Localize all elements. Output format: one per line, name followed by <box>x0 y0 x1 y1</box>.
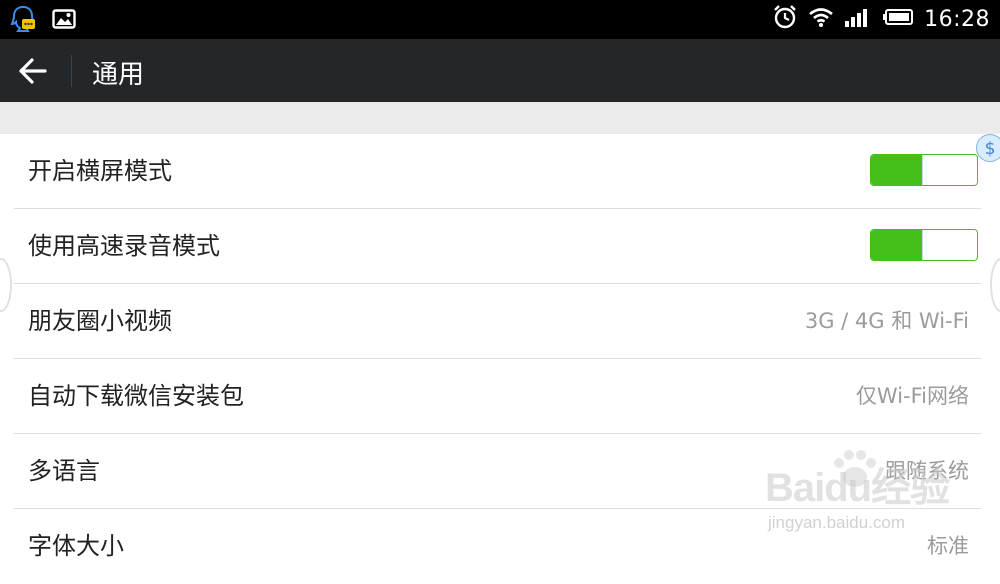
status-time: 16:28 <box>924 6 990 32</box>
toggle-fill <box>871 155 925 185</box>
alarm-icon <box>772 4 798 34</box>
setting-value: 跟随系统 <box>885 459 969 483</box>
setting-font-size[interactable]: 字体大小 标准 <box>0 509 1000 584</box>
high-speed-recording-toggle[interactable] <box>870 229 978 261</box>
action-bar-divider <box>71 55 72 87</box>
setting-label: 开启横屏模式 <box>28 157 172 185</box>
image-icon <box>52 8 76 34</box>
toggle-fill <box>871 230 925 260</box>
setting-language[interactable]: 多语言 跟随系统 <box>0 434 1000 509</box>
setting-high-speed-recording[interactable]: 使用高速录音模式 <box>0 209 1000 284</box>
back-button[interactable] <box>12 53 52 89</box>
setting-label: 自动下载微信安装包 <box>28 382 244 410</box>
setting-landscape-mode[interactable]: 开启横屏模式 <box>0 134 1000 209</box>
section-gap <box>0 102 1000 134</box>
setting-auto-download-package[interactable]: 自动下载微信安装包 仅Wi-Fi网络 <box>0 359 1000 434</box>
toggle-knob <box>922 155 977 185</box>
setting-value: 仅Wi-Fi网络 <box>855 384 969 408</box>
setting-label: 多语言 <box>28 457 100 485</box>
landscape-mode-toggle[interactable] <box>870 154 978 186</box>
setting-label: 朋友圈小视频 <box>28 307 172 335</box>
arrow-left-icon <box>12 58 52 93</box>
wifi-icon <box>808 6 834 32</box>
qq-icon <box>10 5 36 37</box>
action-bar: 通用 <box>0 39 1000 102</box>
setting-value: 标准 <box>927 534 969 558</box>
toggle-knob <box>922 230 977 260</box>
signal-icon <box>844 6 872 32</box>
status-bar-right: 16:28 <box>772 4 990 34</box>
battery-icon <box>882 7 914 31</box>
page-title: 通用 <box>92 60 145 90</box>
setting-value: 3G / 4G 和 Wi-Fi <box>804 309 969 333</box>
setting-label: 使用高速录音模式 <box>28 232 220 260</box>
settings-list: 开启横屏模式 使用高速录音模式 朋友圈小视频 3G / 4G 和 Wi-Fi 自… <box>0 134 1000 584</box>
setting-moments-video[interactable]: 朋友圈小视频 3G / 4G 和 Wi-Fi <box>0 284 1000 359</box>
status-bar-left <box>10 5 76 37</box>
setting-label: 字体大小 <box>28 532 124 560</box>
status-bar: 16:28 <box>0 0 1000 39</box>
floating-dollar-button[interactable]: $ <box>976 134 1000 162</box>
